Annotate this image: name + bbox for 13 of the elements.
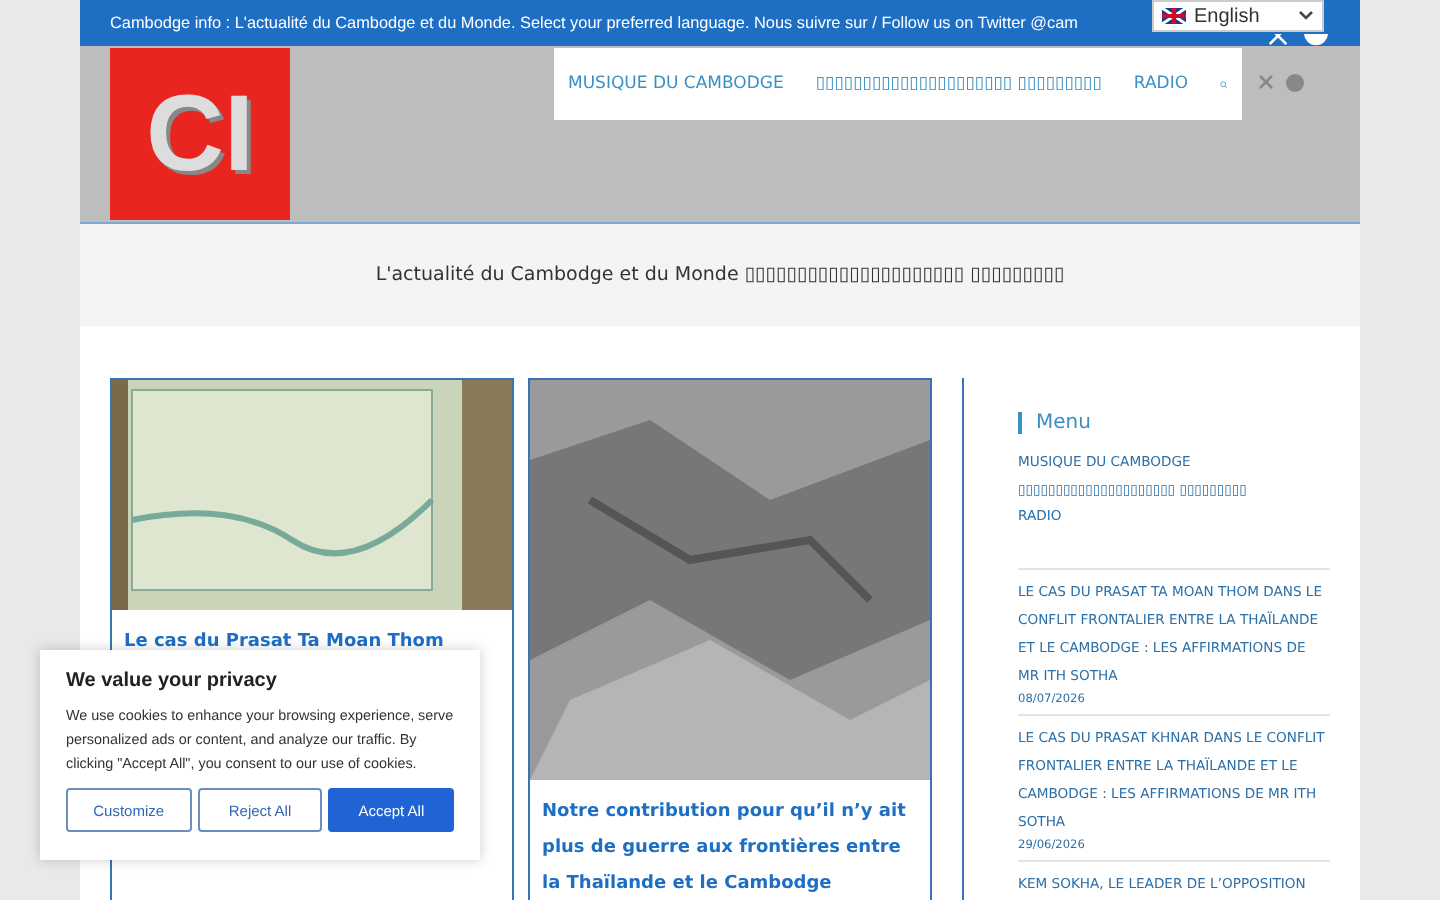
relief-map-image[interactable] [530, 380, 930, 780]
map-image[interactable] [112, 380, 512, 610]
tagline: L'actualité du Cambodge et du Monde ▯▯▯▯▯▯▯▯▯▯▯▯▯▯▯▯▯▯▯▯▯ ▯▯▯▯▯▯▯▯▯ [375, 264, 1065, 286]
widget-heading: Menu [1018, 412, 1330, 434]
nav-link[interactable]: RADIO [1133, 74, 1189, 94]
site-logo[interactable]: CI [110, 48, 290, 220]
post-title[interactable]: Notre contribution pour qu’il n’y ait plus de guerre aux frontières entre la Thaïlande et le Cambodge [530, 780, 930, 900]
nav-link[interactable]: ▯▯▯▯▯▯▯▯▯▯▯▯▯▯▯▯▯▯▯▯▯ ▯▯▯▯▯▯▯▯▯ [815, 74, 1102, 94]
flag-icon [1162, 8, 1186, 24]
cookie-title: We value your privacy [66, 670, 279, 692]
chevron-down-icon [1298, 10, 1314, 22]
top-bar-text: Cambodge info : L'actualité du Cambodge et du Monde. Select your preferred language. Nous suivre sur / Follow us on Twitter @cam [110, 14, 1078, 32]
nav-link[interactable]: MUSIQUE DU CAMBODGE [568, 74, 784, 94]
